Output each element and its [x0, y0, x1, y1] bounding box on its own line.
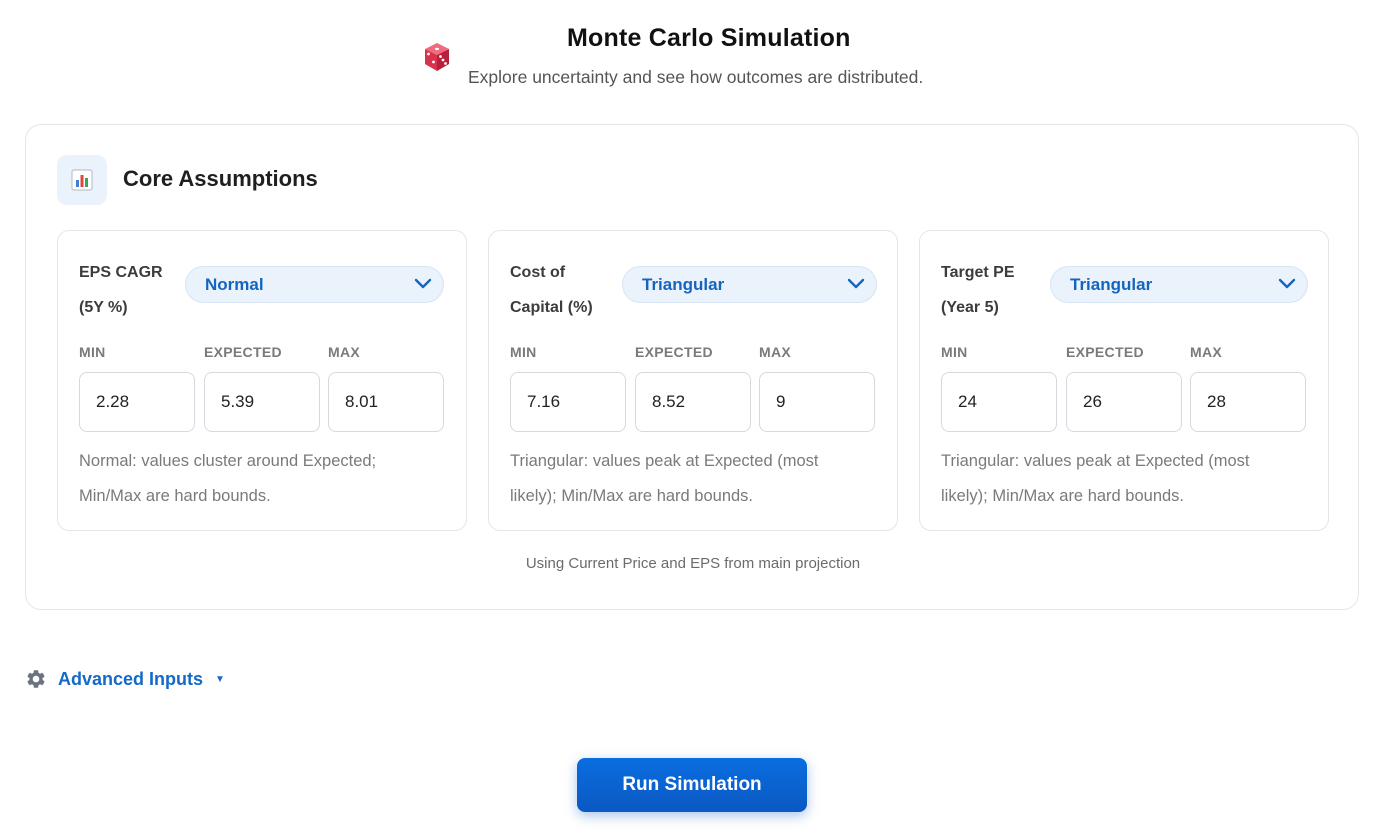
chevron-down-icon: [414, 278, 432, 289]
max-input[interactable]: 9: [759, 372, 875, 432]
max-label: MAX: [759, 344, 792, 360]
advanced-inputs-toggle[interactable]: Advanced Inputs ▼: [25, 666, 225, 692]
min-label: MIN: [510, 344, 537, 360]
gear-icon: [27, 670, 45, 688]
section-title: Core Assumptions: [123, 166, 318, 191]
distribution-select[interactable]: Normal: [185, 266, 444, 303]
expected-input[interactable]: 26: [1066, 372, 1182, 432]
expected-label: EXPECTED: [635, 344, 713, 360]
page-header: Monte Carlo Simulation Explore uncertain…: [0, 0, 1384, 110]
page-title: Monte Carlo Simulation: [567, 24, 851, 52]
min-input[interactable]: 2.28: [79, 372, 195, 432]
expected-input[interactable]: 8.52: [635, 372, 751, 432]
min-input[interactable]: 7.16: [510, 372, 626, 432]
eps-cagr-panel: EPS CAGR (5Y %) Normal MIN EXPECTED MAX …: [57, 230, 467, 531]
distribution-hint: Triangular: values peak at Expected (mos…: [510, 452, 819, 505]
run-simulation-button[interactable]: Run Simulation: [577, 758, 807, 812]
advanced-inputs-label: Advanced Inputs: [58, 668, 204, 689]
bar-chart-icon: [57, 155, 107, 205]
panel-label: Cost of Capital (%): [510, 264, 593, 316]
min-label: MIN: [941, 344, 968, 360]
core-assumptions-card: Core Assumptions EPS CAGR (5Y %) Normal …: [25, 124, 1359, 610]
panel-label: EPS CAGR (5Y %): [79, 264, 163, 316]
expected-label: EXPECTED: [1066, 344, 1144, 360]
max-label: MAX: [1190, 344, 1223, 360]
caret-down-icon: ▼: [215, 673, 225, 685]
dice-icon: [425, 43, 449, 71]
max-label: MAX: [328, 344, 361, 360]
distribution-select[interactable]: Triangular: [622, 266, 877, 303]
expected-input[interactable]: 5.39: [204, 372, 320, 432]
distribution-hint: Triangular: values peak at Expected (mos…: [941, 452, 1250, 505]
cost-of-capital-panel: Cost of Capital (%) Triangular MIN EXPEC…: [488, 230, 898, 531]
footnote: Using Current Price and EPS from main pr…: [525, 555, 861, 572]
chevron-down-icon: [1278, 278, 1296, 289]
max-input[interactable]: 8.01: [328, 372, 444, 432]
expected-label: EXPECTED: [204, 344, 282, 360]
target-pe-panel: Target PE (Year 5) Triangular MIN EXPECT…: [919, 230, 1329, 531]
min-input[interactable]: 24: [941, 372, 1057, 432]
chevron-down-icon: [847, 278, 865, 289]
min-label: MIN: [79, 344, 106, 360]
distribution-hint: Normal: values cluster around Expected; …: [79, 452, 377, 505]
distribution-select[interactable]: Triangular: [1050, 266, 1308, 303]
page-subtitle: Explore uncertainty and see how outcomes…: [468, 67, 924, 87]
panel-label: Target PE (Year 5): [941, 264, 1015, 316]
max-input[interactable]: 28: [1190, 372, 1306, 432]
